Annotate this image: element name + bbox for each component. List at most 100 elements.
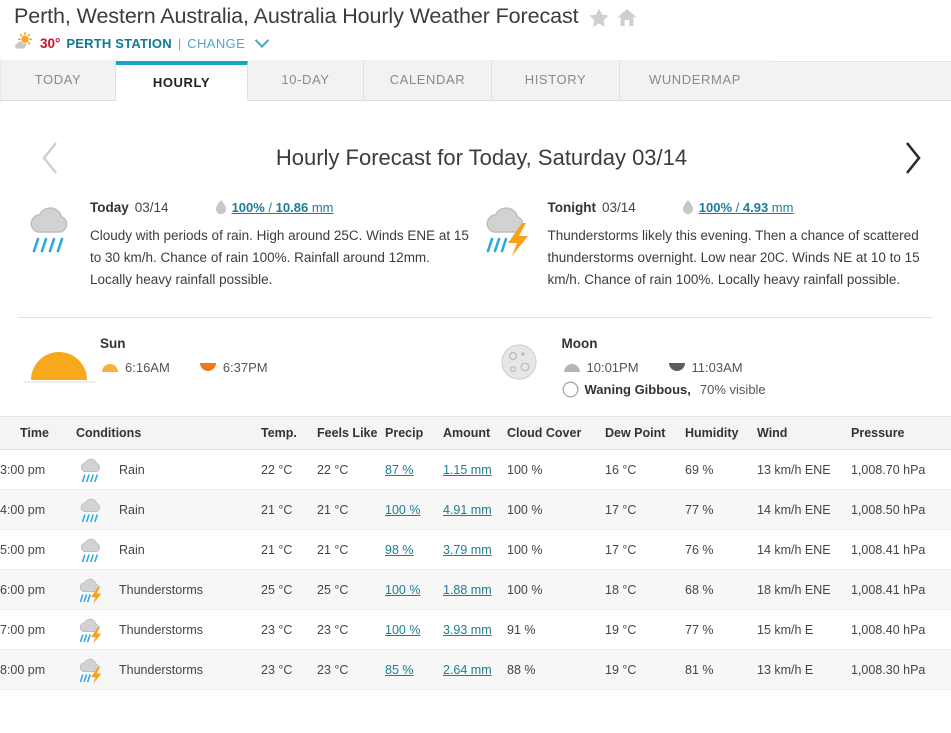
amount-link[interactable]: 2.64 mm: [443, 663, 492, 677]
cell-feels-like: 21 °C: [317, 529, 385, 570]
column-header-feels-like[interactable]: Feels Like: [317, 416, 385, 450]
amount-link[interactable]: 1.88 mm: [443, 583, 492, 597]
column-header-temp[interactable]: Temp.: [261, 416, 317, 450]
column-header-conditions[interactable]: Conditions: [76, 416, 261, 450]
moon-phase-icon: [562, 381, 578, 398]
precip-link[interactable]: 98 %: [385, 543, 414, 557]
hourly-forecast-table: Time Conditions Temp. Feels Like Precip …: [0, 416, 951, 690]
cell-humidity: 68 %: [685, 569, 757, 610]
precip-link[interactable]: 100 %: [385, 583, 420, 597]
conditions-label: Rain: [119, 462, 145, 477]
column-header-dew-point[interactable]: Dew Point: [605, 416, 685, 450]
sun-block: Sun 6:16AM 6:37PM: [18, 334, 476, 398]
precip-link[interactable]: 100 %: [385, 503, 420, 517]
change-station-link[interactable]: CHANGE: [187, 36, 245, 51]
cell-pressure: 1,008.70 hPa: [851, 449, 951, 490]
cell-pressure: 1,008.41 hPa: [851, 529, 951, 570]
column-header-cloud-cover[interactable]: Cloud Cover: [507, 416, 605, 450]
period-precip-link[interactable]: 100% / 10.86 mm: [232, 200, 334, 215]
amount-link[interactable]: 3.93 mm: [443, 623, 492, 637]
tab-10-day[interactable]: 10-DAY: [248, 60, 364, 100]
moon-phase-label: Waning Gibbous,: [584, 382, 691, 397]
sunrise-time: 6:16AM: [125, 360, 170, 375]
precip-chance: 100%: [231, 199, 265, 215]
cell-temp: 25 °C: [261, 569, 317, 610]
column-header-precip[interactable]: Precip: [385, 416, 443, 450]
period-forecasts: Today 03/14 100% / 10.86 mm Cloudy with …: [0, 175, 951, 291]
raindrop-icon: [682, 200, 693, 215]
cell-dew-point: 17 °C: [605, 489, 685, 530]
next-day-button[interactable]: [895, 141, 929, 175]
cell-time: 3:00 pm: [0, 449, 76, 490]
table-header-row: Time Conditions Temp. Feels Like Precip …: [0, 416, 951, 450]
conditions-label: Thunderstorms: [119, 622, 204, 637]
previous-day-button[interactable]: [34, 141, 68, 175]
sunrise-icon: [102, 364, 118, 372]
sunset-icon: [199, 363, 216, 371]
moonset-item: 11:03AM: [667, 360, 743, 375]
moonrise-item: 10:01PM: [562, 360, 639, 375]
cell-feels-like: 21 °C: [317, 489, 385, 530]
precip-link[interactable]: 85 %: [385, 663, 414, 677]
station-separator: |: [177, 35, 182, 51]
conditions-label: Rain: [119, 502, 145, 517]
cell-precip: 85 %: [385, 649, 443, 690]
period-precip-link[interactable]: 100% / 4.93 mm: [699, 200, 794, 215]
precip-amount: 4.93: [742, 199, 769, 215]
cell-time: 4:00 pm: [0, 489, 76, 530]
moonrise-icon: [563, 364, 580, 372]
cell-pressure: 1,008.41 hPa: [851, 569, 951, 610]
period-precip-group: 100% / 4.93 mm: [682, 199, 794, 215]
cell-time: 6:00 pm: [0, 569, 76, 610]
home-icon[interactable]: [617, 8, 637, 27]
column-header-wind[interactable]: Wind: [757, 416, 851, 450]
period-tonight-head: Tonight 03/14 100% / 4.93 mm: [548, 199, 928, 215]
cell-feels-like: 23 °C: [317, 649, 385, 690]
moon-phase: Waning Gibbous, 70% visible: [562, 381, 934, 398]
column-header-pressure[interactable]: Pressure: [851, 416, 951, 450]
rain-cloud-icon: [76, 495, 110, 525]
chevron-down-icon[interactable]: [251, 38, 270, 49]
conditions-label: Rain: [119, 542, 145, 557]
column-header-time[interactable]: Time: [0, 416, 76, 450]
table-row: 4:00 pm Rain 21 °C 21 °C 100 % 4.91 mm 100 % 1…: [0, 489, 951, 530]
column-header-humidity[interactable]: Humidity: [685, 416, 757, 450]
precip-link[interactable]: 87 %: [385, 463, 414, 477]
cell-amount: 3.79 mm: [443, 529, 507, 570]
station-name: PERTH STATION: [66, 35, 172, 51]
amount-link[interactable]: 1.15 mm: [443, 463, 492, 477]
moon-block: Moon 10:01PM 11:03AM Waning Gibbous, 70%…: [476, 334, 934, 398]
period-today-head: Today 03/14 100% / 10.86 mm: [90, 199, 470, 215]
amount-link[interactable]: 3.79 mm: [443, 543, 492, 557]
page-header: Perth, Western Australia, Australia Hour…: [0, 0, 951, 55]
thunderstorm-icon: [76, 655, 110, 685]
precip-amount: 10.86: [275, 199, 309, 215]
moon-title: Moon: [561, 336, 598, 351]
cell-precip: 98 %: [385, 529, 443, 570]
tab-today[interactable]: TODAY: [0, 60, 116, 100]
cell-time: 7:00 pm: [0, 609, 76, 650]
rain-cloud-icon: [76, 455, 110, 485]
tab-history[interactable]: HISTORY: [492, 60, 620, 100]
cell-amount: 2.64 mm: [443, 649, 507, 690]
tab-hourly[interactable]: HOURLY: [116, 61, 248, 101]
period-date: 03/14: [601, 199, 636, 215]
tab-calendar[interactable]: CALENDAR: [364, 60, 492, 100]
tab-wundermap[interactable]: WUNDERMAP: [620, 60, 770, 100]
period-description: Thunderstorms likely this evening. Then …: [547, 228, 920, 287]
sunset-item: 6:37PM: [198, 360, 268, 375]
star-icon[interactable]: [588, 8, 609, 27]
column-header-amount[interactable]: Amount: [443, 416, 507, 450]
amount-link[interactable]: 4.91 mm: [443, 503, 492, 517]
station-temperature: 30°: [40, 35, 61, 51]
moonrise-time: 10:01PM: [586, 360, 639, 375]
precip-link[interactable]: 100 %: [385, 623, 420, 637]
period-description: Cloudy with periods of rain. High around…: [90, 228, 469, 287]
cell-feels-like: 22 °C: [317, 449, 385, 490]
cell-feels-like: 23 °C: [317, 609, 385, 650]
cell-conditions: Thunderstorms: [76, 649, 261, 690]
rain-cloud-icon: [76, 535, 110, 565]
cell-amount: 3.93 mm: [443, 609, 507, 650]
cell-dew-point: 17 °C: [605, 529, 685, 570]
moonset-icon: [668, 363, 685, 371]
